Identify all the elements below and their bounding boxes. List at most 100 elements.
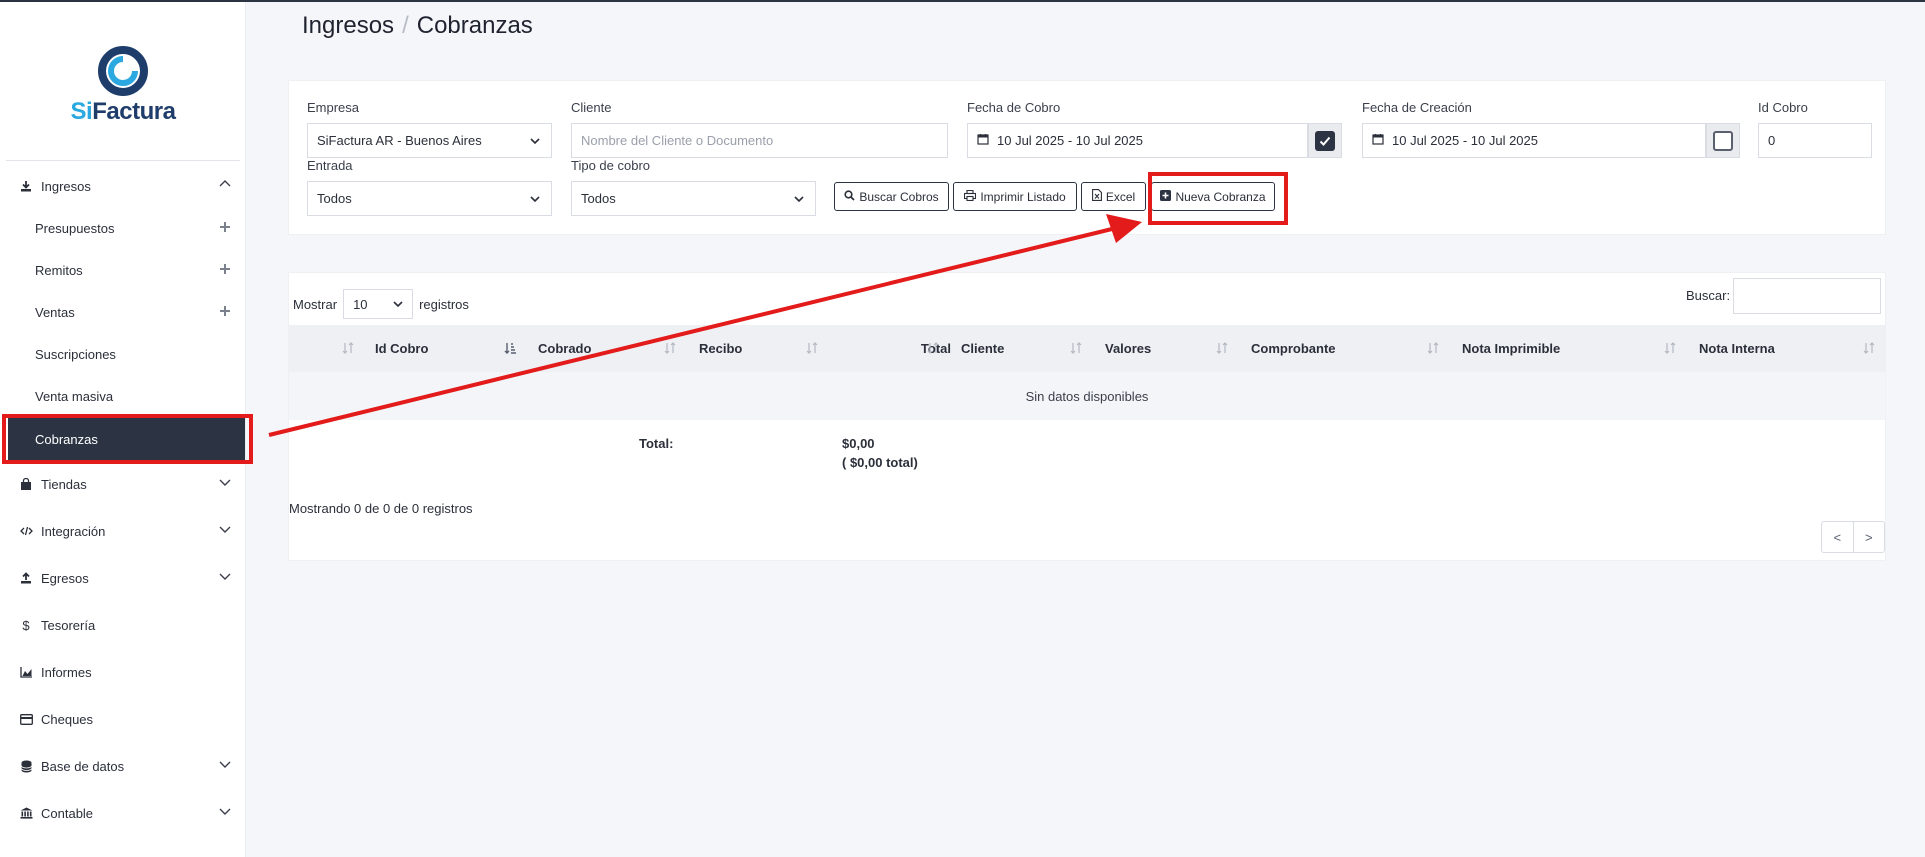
sidebar-item-label: Suscripciones [35, 346, 116, 362]
sidebar-item-ventas[interactable]: Ventas [0, 292, 245, 332]
sidebar-item-venta-masiva[interactable]: Venta masiva [0, 376, 245, 416]
fecha-creacion-label: Fecha de Creación [1362, 100, 1472, 115]
filters-panel: Empresa SiFactura AR - Buenos Aires Clie… [288, 80, 1886, 235]
fecha-creacion-value: 10 Jul 2025 - 10 Jul 2025 [1392, 133, 1538, 148]
entrada-label: Entrada [307, 158, 353, 173]
fecha-cobro-checkbox[interactable] [1308, 123, 1342, 158]
plus-icon[interactable] [218, 304, 232, 321]
button-label: Excel [1105, 189, 1136, 204]
buscar-cobros-button[interactable]: Buscar Cobros [834, 182, 949, 211]
sort-icon[interactable] [663, 341, 677, 360]
breadcrumb-section[interactable]: Ingresos [302, 12, 394, 39]
column-header-recibo[interactable]: Recibo [699, 325, 742, 372]
sidebar-item-presupuestos[interactable]: Presupuestos [0, 208, 245, 248]
sidebar-item-label: Base de datos [41, 758, 125, 774]
sidebar-item-tesoreria[interactable]: $ Tesorería [0, 604, 245, 646]
sidebar-item-informes[interactable]: Informes [0, 651, 245, 693]
sidebar-item-cobranzas[interactable]: Cobranzas [8, 418, 245, 460]
sidebar-item-label: Venta masiva [35, 388, 114, 404]
fecha-cobro-range[interactable]: 10 Jul 2025 - 10 Jul 2025 [967, 123, 1308, 158]
plus-square-icon [1160, 189, 1172, 204]
plus-icon[interactable] [218, 220, 232, 237]
buscar-label: Buscar: [1686, 288, 1731, 303]
table-info: Mostrando 0 de 0 de 0 registros [289, 501, 473, 516]
breadcrumb: Ingresos / Cobranzas [302, 12, 533, 40]
sort-desc-icon[interactable] [503, 341, 517, 360]
tipo-cobro-select[interactable]: Todos [571, 181, 816, 216]
entrada-select[interactable]: Todos [307, 181, 552, 216]
column-header-comprobante[interactable]: Comprobante [1251, 325, 1336, 372]
imprimir-listado-button[interactable]: Imprimir Listado [953, 182, 1077, 211]
previous-page-button[interactable]: < [1822, 522, 1853, 552]
sort-icon[interactable] [1862, 341, 1876, 360]
column-header-valores[interactable]: Valores [1105, 325, 1151, 372]
cliente-input[interactable]: Nombre del Cliente o Documento [571, 123, 948, 158]
nueva-cobranza-button[interactable]: Nueva Cobranza [1151, 182, 1275, 211]
sidebar-item-label: Tesorería [41, 617, 96, 633]
sidebar-item-cheques[interactable]: Cheques [0, 698, 245, 740]
total-label: Total: [639, 436, 674, 451]
sort-icon[interactable] [926, 341, 940, 360]
sidebar-item-label: Tiendas [41, 476, 87, 492]
calendar-icon [977, 133, 989, 148]
sort-icon[interactable] [1426, 341, 1440, 360]
app-logo[interactable]: SiFactura [0, 46, 245, 126]
credit-card-icon [19, 713, 33, 725]
logo-text: SiFactura [70, 98, 176, 125]
column-header-cobrado[interactable]: Cobrado [538, 325, 591, 372]
sidebar-item-integracion[interactable]: Integración [0, 510, 245, 552]
sort-icon[interactable] [1215, 341, 1229, 360]
excel-button[interactable]: Excel [1081, 182, 1146, 211]
empresa-select[interactable]: SiFactura AR - Buenos Aires [307, 123, 552, 158]
sort-icon[interactable] [341, 341, 355, 360]
page-length-control: Mostrar 10 registros [293, 289, 469, 319]
sidebar: SiFactura Ingresos Presupuestos Remitos … [0, 2, 246, 857]
sidebar-item-label: Contable [41, 805, 94, 821]
sort-icon[interactable] [805, 341, 819, 360]
fecha-creacion-range[interactable]: 10 Jul 2025 - 10 Jul 2025 [1362, 123, 1706, 158]
id-cobro-input[interactable]: 0 [1758, 123, 1872, 158]
sidebar-item-label: Ingresos [41, 178, 91, 194]
sidebar-item-suscripciones[interactable]: Suscripciones [0, 334, 245, 374]
total-value: $0,00 [842, 436, 875, 451]
column-header-nota-interna[interactable]: Nota Interna [1699, 325, 1775, 372]
calendar-icon [1372, 133, 1384, 148]
column-header-cliente[interactable]: Cliente [961, 325, 1004, 372]
cliente-label: Cliente [571, 100, 612, 115]
chevron-down-icon [793, 193, 805, 208]
cliente-placeholder: Nombre del Cliente o Documento [581, 133, 774, 148]
sidebar-item-ingresos[interactable]: Ingresos [0, 165, 245, 207]
top-border [0, 0, 1925, 2]
column-header-id-cobro[interactable]: Id Cobro [375, 325, 428, 372]
page-title: Cobranzas [416, 12, 533, 39]
sidebar-item-egresos[interactable]: Egresos [0, 557, 245, 599]
next-page-button[interactable]: > [1852, 522, 1885, 552]
sidebar-item-label: Integración [41, 523, 106, 539]
fecha-creacion-checkbox[interactable] [1706, 123, 1740, 158]
button-label: Buscar Cobros [859, 189, 939, 204]
chevron-down-icon [529, 193, 541, 208]
chevron-down-icon [218, 475, 232, 492]
sidebar-item-tiendas[interactable]: Tiendas [0, 463, 245, 505]
entrada-select-value: Todos [317, 191, 352, 206]
cobranzas-table-panel: Mostrar 10 registros Buscar: Id Cobro Co… [288, 272, 1886, 561]
button-label: Nueva Cobranza [1175, 189, 1266, 204]
dollar-icon: $ [22, 617, 30, 633]
sidebar-item-more[interactable] [0, 842, 245, 857]
column-header-nota-imprimible[interactable]: Nota Imprimible [1462, 325, 1560, 372]
page-length-select[interactable]: 10 [343, 289, 414, 319]
sidebar-item-base-de-datos[interactable]: Base de datos [0, 745, 245, 787]
fecha-cobro-label: Fecha de Cobro [967, 100, 1061, 115]
sidebar-item-contable[interactable]: Contable [0, 792, 245, 834]
sidebar-item-remitos[interactable]: Remitos [0, 250, 245, 290]
logo-mark-icon [98, 46, 148, 96]
print-icon [964, 189, 977, 204]
sort-icon[interactable] [1069, 341, 1083, 360]
table-search-input[interactable] [1733, 278, 1881, 314]
column-header-total[interactable]: Total [891, 325, 951, 372]
plus-icon[interactable] [218, 262, 232, 279]
sort-icon[interactable] [1663, 341, 1677, 360]
shopping-bag-icon [19, 478, 33, 490]
chevron-down-icon [392, 298, 404, 313]
fecha-cobro-value: 10 Jul 2025 - 10 Jul 2025 [997, 133, 1143, 148]
